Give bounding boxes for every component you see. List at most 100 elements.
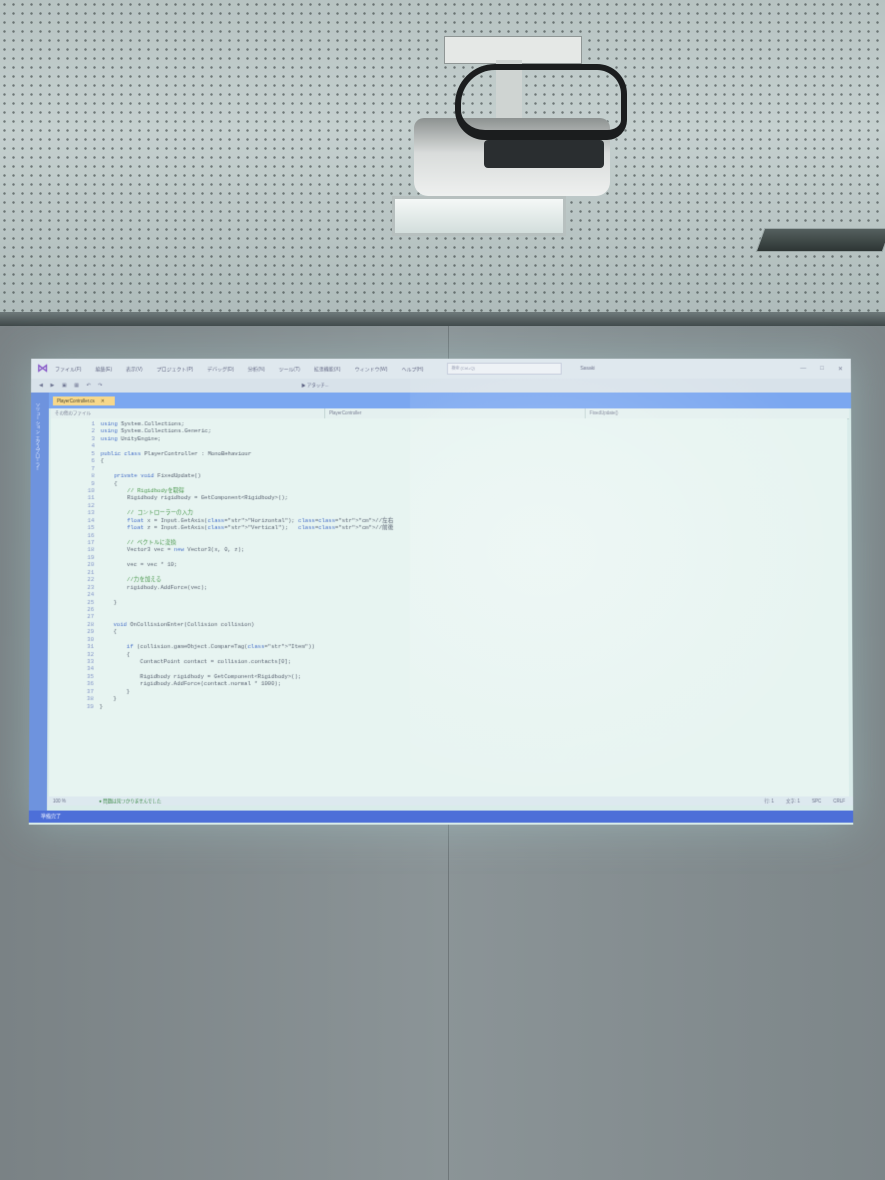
code-line[interactable]	[100, 606, 393, 613]
menu-item[interactable]: プロジェクト(P)	[157, 366, 194, 372]
code-line[interactable]: {	[100, 651, 393, 658]
line-number: 34	[86, 665, 94, 673]
line-number: 32	[86, 650, 94, 658]
close-icon[interactable]: ✕	[838, 365, 843, 372]
code-line[interactable]: // ベクトルに変換	[100, 539, 393, 546]
code-line[interactable]: float z = Input.GetAxis(class="str">"Ver…	[100, 524, 393, 531]
nav-dropdown-class[interactable]: PlayerController	[325, 408, 586, 419]
code-line[interactable]	[100, 665, 394, 672]
cursor-position: 行: 1 文字: 1 SPC CRLF	[764, 796, 845, 805]
code-line[interactable]: using UnityEngine;	[101, 435, 394, 442]
line-number: 24	[87, 591, 94, 599]
ide-toolbar: ◀ ▶ ▣ ▦ ↶ ↷ ▶ アタッチ...	[31, 378, 851, 394]
line-number: 30	[87, 635, 94, 643]
code-line[interactable]: }	[100, 598, 393, 605]
project-name: Sasaki	[579, 365, 595, 372]
code-line[interactable]: Rigidbody rigidbody = GetComponent<Rigid…	[100, 673, 394, 680]
attach-button[interactable]: ▶ アタッチ...	[301, 383, 328, 389]
line-number: 14	[87, 516, 95, 524]
code-line[interactable]: {	[101, 457, 394, 464]
line-number: 1	[91, 420, 95, 428]
code-line[interactable]: public class PlayerController : MonoBeha…	[101, 450, 394, 457]
line-number: 20	[87, 561, 95, 569]
forward-icon[interactable]: ▶	[50, 383, 53, 389]
menu-item[interactable]: ヘルプ(H)	[402, 366, 424, 372]
menu-item[interactable]: ウィンドウ(W)	[355, 366, 388, 372]
line-number: 8	[91, 472, 95, 480]
code-line[interactable]	[100, 613, 393, 620]
line-number: 36	[86, 680, 94, 688]
code-line[interactable]	[101, 443, 394, 450]
code-line[interactable]	[100, 636, 393, 643]
ide-status-bar: 準備完了	[28, 810, 854, 823]
cursor-column: 文字: 1	[785, 798, 800, 804]
ide-tab-strip	[30, 392, 852, 409]
code-line[interactable]	[100, 591, 393, 598]
line-number: 37	[86, 687, 94, 695]
code-line[interactable]	[100, 532, 393, 539]
code-line[interactable]: rigidbody.AddForce(contact.normal * 1000…	[100, 680, 394, 687]
status-ready-text: 準備完了	[40, 813, 61, 820]
menu-item[interactable]: 表示(V)	[126, 366, 143, 372]
menu-item[interactable]: ツール(T)	[279, 366, 300, 372]
indent-mode[interactable]: SPC	[812, 796, 821, 805]
code-text[interactable]: using System.Collections; using System.Co…	[99, 420, 393, 710]
code-line[interactable]: {	[100, 628, 393, 635]
code-line[interactable]: // Rigidbodyを取得	[100, 487, 393, 494]
issues-status[interactable]: ● 問題は見つかりませんでした	[99, 796, 161, 805]
search-input[interactable]: 検索 (Ctrl+Q)	[447, 362, 563, 375]
undo-icon[interactable]: ↶	[86, 383, 90, 389]
code-line[interactable]: using System.Collections;	[101, 420, 394, 427]
code-line[interactable]: }	[100, 688, 394, 695]
nav-dropdown-member[interactable]: FixedUpdate()	[586, 408, 618, 418]
code-line[interactable]: }	[100, 695, 394, 702]
tab-player-controller[interactable]: PlayerController.cs ✕	[52, 396, 115, 406]
maximize-icon[interactable]: □	[820, 365, 824, 372]
code-line[interactable]: Vector3 vec = new Vector3(x, 0, z);	[100, 546, 393, 553]
menu-item[interactable]: 分析(N)	[248, 366, 265, 372]
code-editor[interactable]: 1 2 3 4 5 6 7 8 9 10 11 12 13 14 15 16 17 18 19 20 21 22 23 24 2…	[48, 418, 850, 797]
minimize-icon[interactable]: —	[800, 365, 806, 372]
menu-item[interactable]: 編集(E)	[95, 366, 112, 372]
line-ending[interactable]: CRLF	[833, 796, 845, 805]
code-line[interactable]: rigidbody.AddForce(vec);	[100, 584, 393, 591]
save-icon[interactable]: ▣	[62, 383, 66, 389]
code-line[interactable]: private void FixedUpdate()	[100, 472, 393, 479]
redo-icon[interactable]: ↷	[98, 383, 102, 389]
line-number: 10	[87, 487, 95, 495]
code-line[interactable]: //力を加える	[100, 576, 393, 583]
code-line[interactable]: using System.Collections.Generic;	[101, 428, 394, 435]
menu-item[interactable]: ファイル(F)	[55, 366, 81, 372]
ide-titlebar: ⋈ ファイル(F) 編集(E) 表示(V) プロジェクト(P) デバッグ(D) 分析(N)…	[31, 358, 851, 379]
code-line[interactable]: vec = vec * 10;	[100, 561, 393, 568]
code-line[interactable]	[101, 465, 394, 472]
line-number: 19	[87, 553, 95, 561]
code-line[interactable]	[100, 554, 393, 561]
code-line[interactable]: void OnCollisionEnter(Collision collisio…	[100, 621, 393, 628]
ceiling-edge	[0, 312, 885, 326]
save-all-icon[interactable]: ▦	[74, 383, 78, 389]
line-number: 15	[87, 524, 95, 532]
nav-dropdown-file[interactable]: その他のファイル	[50, 408, 326, 419]
back-icon[interactable]: ◀	[39, 383, 42, 389]
code-line[interactable]: Rigidbody rigidbody = GetComponent<Rigid…	[100, 495, 393, 502]
window-controls: — □ ✕	[800, 365, 843, 372]
visual-studio-logo-icon: ⋈	[37, 362, 49, 375]
line-number: 33	[86, 658, 94, 666]
line-number: 16	[87, 531, 95, 539]
code-line[interactable]: {	[100, 480, 393, 487]
code-line[interactable]: }	[99, 703, 393, 710]
close-tab-icon[interactable]: ✕	[101, 398, 105, 403]
line-number: 26	[87, 605, 94, 613]
zoom-level[interactable]: 100 %	[47, 796, 93, 805]
issues-text: 問題は見つかりませんでした	[103, 798, 162, 804]
code-line[interactable]: float x = Input.GetAxis(class="str">"Hor…	[100, 517, 393, 524]
cursor-line: 行: 1	[764, 798, 774, 804]
code-line[interactable]: // コントローラーの入力	[100, 509, 393, 516]
ceiling-vent	[755, 228, 885, 252]
menu-item[interactable]: デバッグ(D)	[207, 366, 234, 372]
side-panel-label[interactable]: ソリューション エクスプローラー	[35, 402, 41, 470]
code-line[interactable]: ContactPoint contact = collision.contact…	[100, 658, 394, 665]
code-line[interactable]: if (collision.gameObject.CompareTag(clas…	[100, 643, 393, 650]
menu-item[interactable]: 拡張機能(X)	[314, 366, 341, 372]
